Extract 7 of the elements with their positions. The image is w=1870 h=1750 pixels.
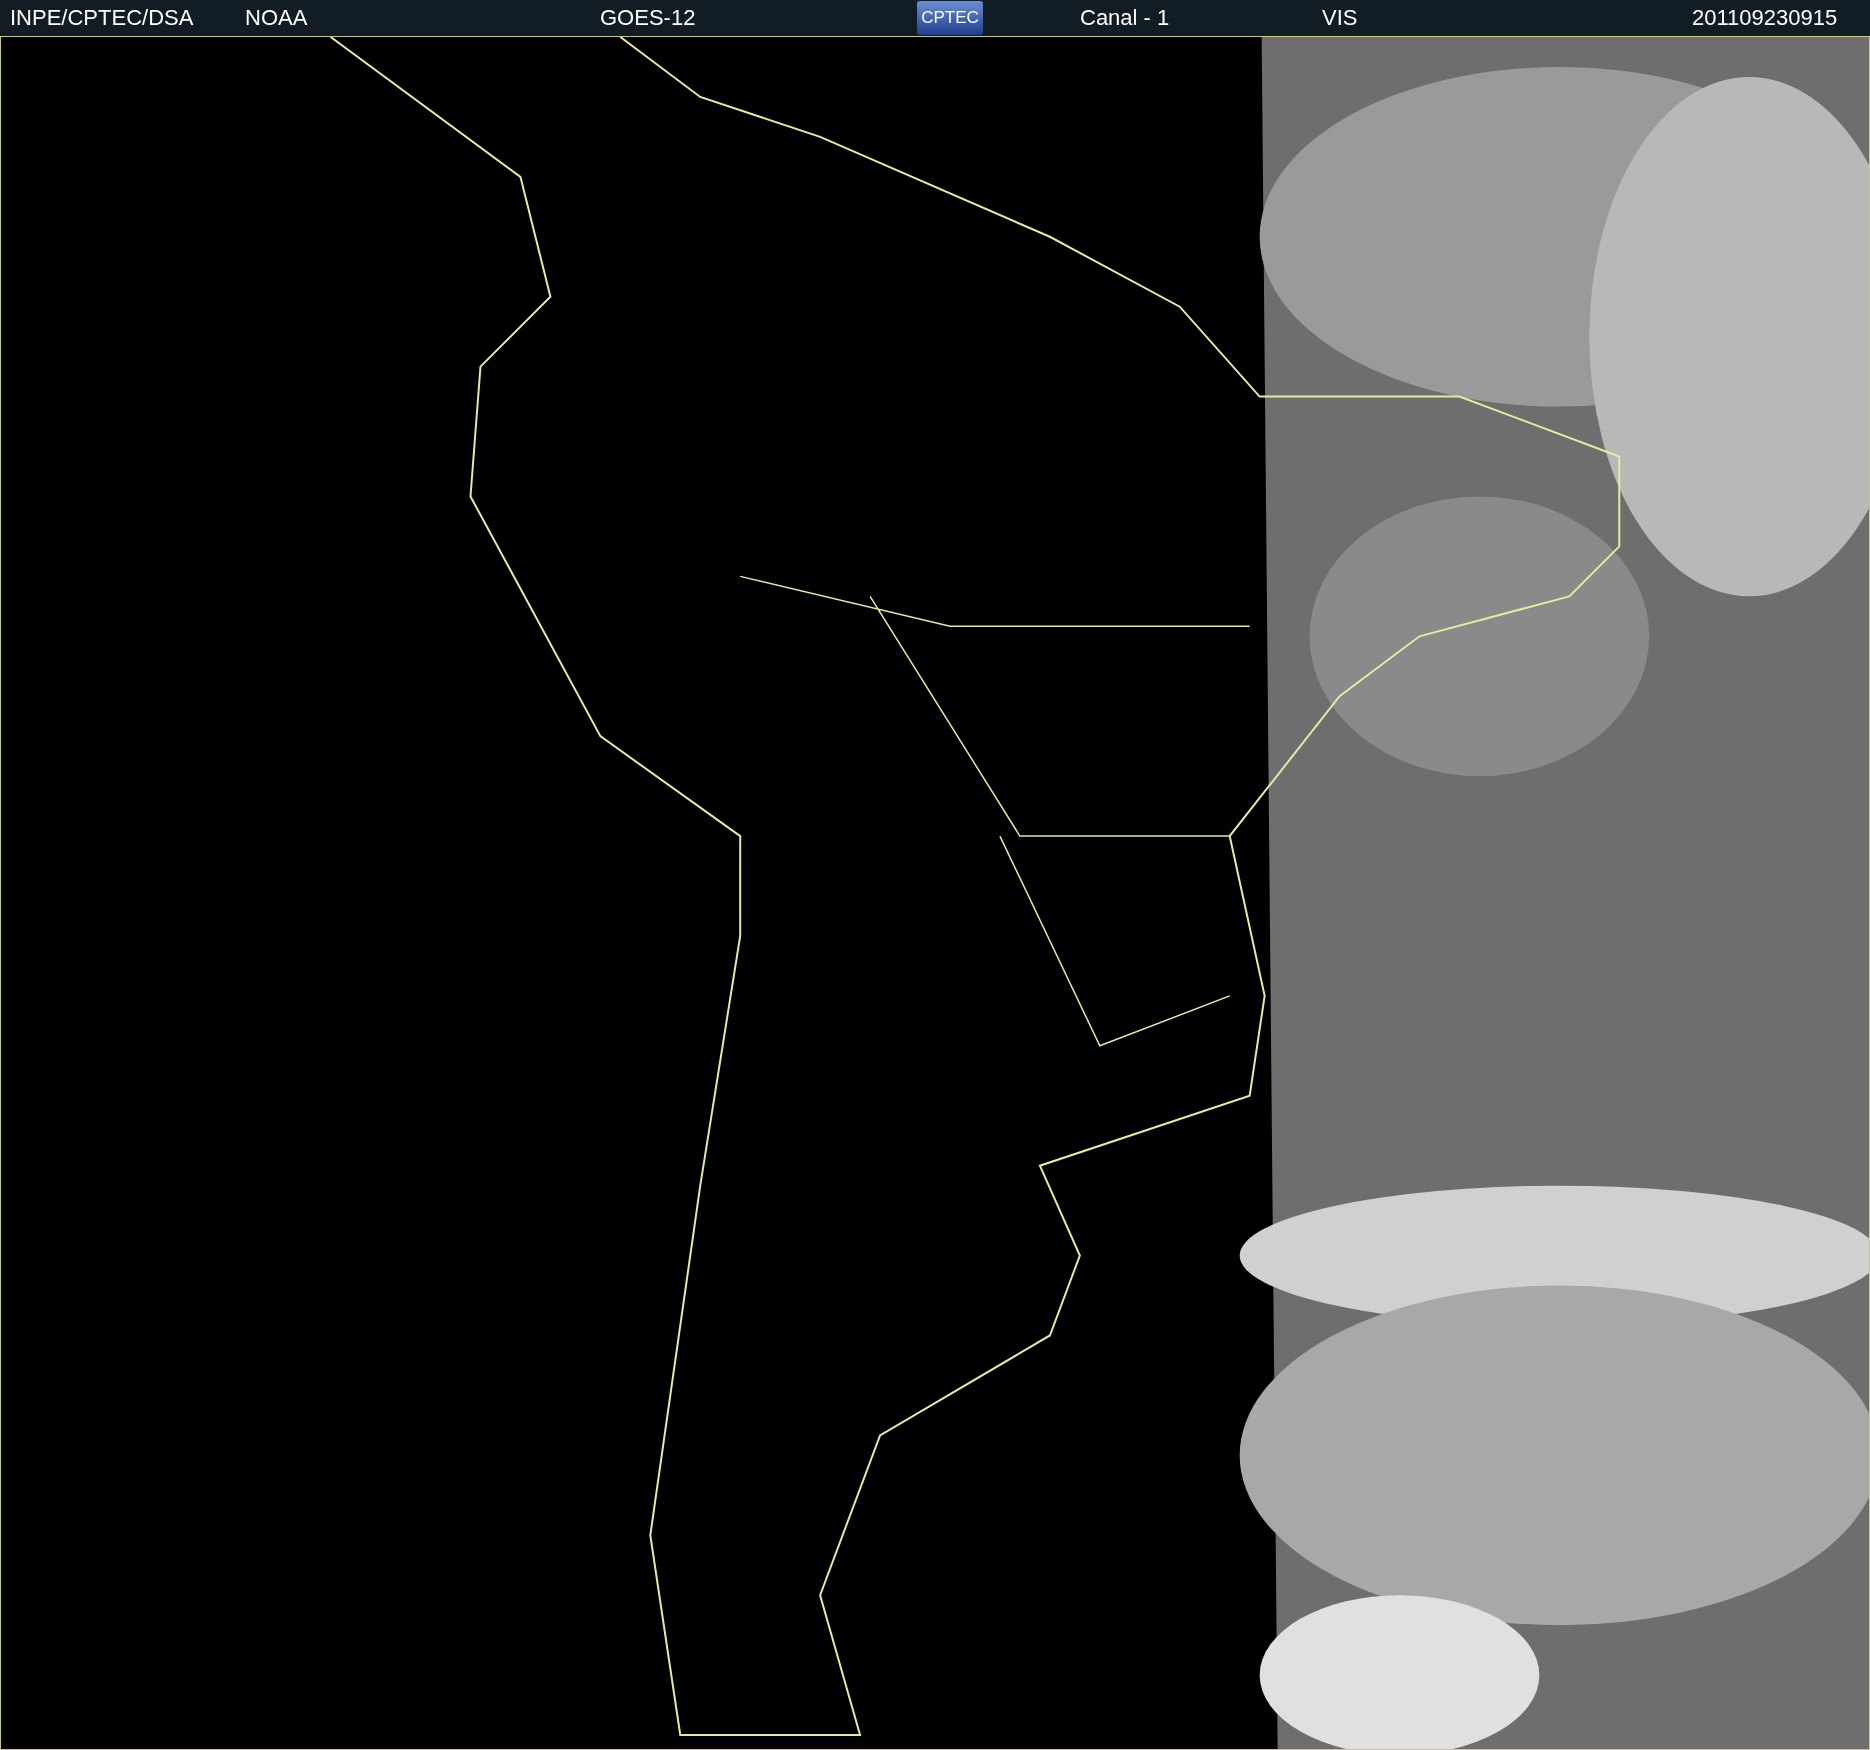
header-label: 201109230915 xyxy=(1692,5,1839,31)
header-label: Canal - 1 xyxy=(1080,5,1171,31)
header-label: VIS xyxy=(1322,5,1359,31)
header-label: GOES-12 xyxy=(600,5,697,31)
header-label: INPE/CPTEC/DSA xyxy=(10,5,195,31)
logo: CPTEC xyxy=(917,1,983,35)
header-label: NOAA xyxy=(245,5,309,31)
